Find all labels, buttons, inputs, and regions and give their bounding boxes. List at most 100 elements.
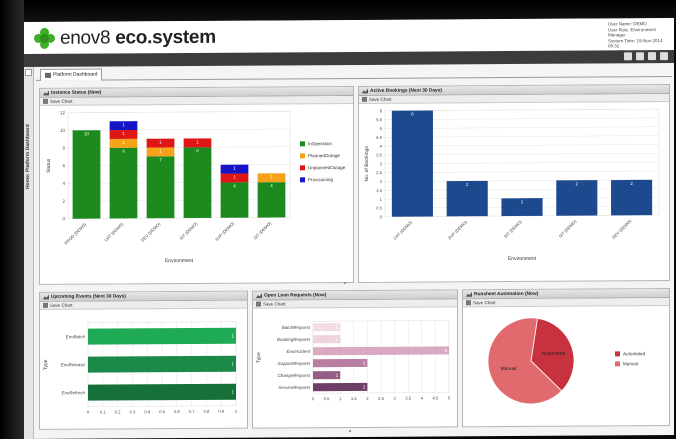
x-tick-label: 3.5: [405, 396, 411, 401]
x-tick-label: SVP (DEMO): [447, 219, 469, 241]
x-tick-label: 4: [421, 396, 424, 401]
tab-platform-dashboard[interactable]: Platform Dashboard: [40, 68, 103, 81]
legend-swatch: [615, 351, 620, 357]
y-tick-label: 4: [62, 181, 65, 186]
x-tick-label: 2: [366, 396, 369, 401]
side-panel-label[interactable]: Home: Platform Dashboard: [25, 79, 31, 189]
logo-text-c: eco.system: [110, 26, 216, 49]
instance-status-chart: 02468101210PROD (DEMO)8111UAT (DEMO)711D…: [46, 110, 346, 264]
save-chart-label: Save Chart: [50, 98, 73, 104]
x-tick-label: 0.6: [174, 409, 180, 414]
chart-icon: [43, 90, 49, 95]
legend-label: Manual: [623, 361, 638, 366]
y-axis-title: Type: [256, 352, 262, 363]
runsheet-automation-chart: Automated Manual Automated Manual: [487, 317, 646, 405]
save-chart-button[interactable]: Save Chart: [40, 300, 247, 310]
side-panel: Home: Platform Dashboard: [24, 66, 34, 439]
x-tick-label: UAT (DEMO): [392, 219, 413, 240]
legend-swatch: [615, 361, 620, 367]
x-tick-label: 2.5: [378, 396, 384, 401]
y-tick-label: 0: [62, 216, 65, 221]
x-tick-label: 0: [87, 410, 90, 415]
bar-segment: [183, 147, 212, 219]
x-tick-label: SIT (DEMO): [503, 219, 523, 239]
bar: [313, 358, 368, 368]
panel-instance-status: Instance Status (Now) Save Chart 0 2 4 6 8 10…: [39, 85, 354, 285]
x-tick-label: 1: [235, 409, 238, 414]
save-chart-label: Save Chart: [369, 96, 392, 102]
pie-slice-label: Automated: [542, 351, 566, 357]
upcoming-events-chart: 0 0.1 0.2 0.3 0.4 0.5 0.6 0.7 0.8 0.9 11EnvBatch1E…: [43, 321, 238, 415]
y-axis-title: No. of Bookings: [364, 146, 370, 182]
logo-text: enov8 eco.system: [60, 27, 216, 50]
x-tick-label: 0.7: [189, 409, 195, 414]
y-tick-label: 12: [60, 110, 66, 115]
y-tick-label: 1.5: [376, 188, 382, 193]
save-chart-button[interactable]: Save Chart: [463, 298, 669, 308]
expand-icon[interactable]: [25, 68, 32, 76]
save-icon: [362, 96, 367, 102]
y-tick-label: SupportRequest: [277, 361, 310, 366]
y-tick-label: 4.5: [376, 135, 382, 140]
legend-label: UnplannedOutage: [308, 165, 346, 170]
bar: [88, 327, 236, 345]
display-icon[interactable]: [624, 52, 632, 61]
y-tick-label: EnvBatch: [66, 334, 86, 339]
panel-lean-requests: Open Lean Requests (Now) Save Chart 0 0.5…: [252, 289, 458, 429]
y-tick-label: 1: [380, 197, 383, 202]
bar: [391, 110, 433, 217]
resize-handle[interactable]: [344, 282, 346, 285]
y-tick-label: EnvIncident: [286, 349, 310, 354]
y-tick-label: 3: [380, 161, 383, 166]
export-icon[interactable]: [660, 52, 668, 61]
x-axis-title: Environment: [508, 256, 537, 262]
dashboard-icon: [45, 72, 51, 78]
panel-title-text: Instance Status (Now): [51, 90, 102, 96]
shield-icon[interactable]: [636, 52, 644, 61]
bar: [313, 346, 449, 356]
screen-bezel-left: [0, 0, 24, 439]
legend-swatch: [300, 153, 305, 159]
y-tick-label: 10: [60, 128, 66, 133]
bar-segment: [72, 130, 101, 219]
y-tick-label: 4: [380, 144, 383, 149]
x-tick-label: 4.5: [432, 395, 438, 400]
save-icon: [466, 300, 471, 306]
legend-swatch: [300, 165, 305, 171]
app-window: enov8 eco.system User Name: DEMO User Ro…: [24, 18, 674, 439]
app-logo[interactable]: enov8 eco.system: [34, 27, 216, 50]
y-tick-label: 3.5: [376, 152, 382, 157]
lean-requests-chart: 0 0.5 1 1.5 2 2.5 3 3.5 4 4.5 51BatchRequest1Booki…: [256, 320, 451, 401]
x-axis-title: Environment: [165, 258, 194, 264]
x-tick-label: 0.5: [324, 396, 330, 401]
legend-label: Automated: [623, 351, 646, 356]
logo-flower-icon: [34, 27, 56, 50]
save-chart-label: Save Chart: [50, 302, 73, 308]
user-info-line: User Role: Environment Manager: [608, 26, 656, 38]
tab-label: Platform Dashboard: [53, 71, 98, 78]
bar: [88, 383, 236, 401]
legend-swatch: [300, 141, 305, 147]
toolbar: [24, 50, 674, 67]
save-chart-label: Save Chart: [263, 300, 286, 307]
active-bookings-chart: 00.511.522.533.544.555.566UAT (DEMO)2SVP…: [364, 108, 660, 262]
bar: [88, 355, 236, 373]
x-tick-label: 3: [393, 396, 396, 401]
y-tick-label: ServiceRequest: [278, 385, 311, 390]
y-tick-label: EnvRefresh: [61, 390, 85, 395]
panel-title-text: Runsheet Automation (Now): [474, 291, 539, 297]
panel-upcoming-events: Upcoming Events (Next 30 Days) Save Char…: [39, 290, 248, 430]
resize-handle[interactable]: [349, 430, 351, 433]
logo-text-a: enov: [60, 27, 101, 49]
y-tick-label: 2: [380, 179, 383, 184]
y-tick-label: 5: [380, 126, 383, 131]
legend-label: PlannedOutage: [308, 153, 340, 158]
user-info-line: System Time: 19-Nov-2014 08:32: [608, 37, 663, 49]
save-chart-button[interactable]: Save Chart: [253, 299, 457, 309]
tools-icon[interactable]: [648, 52, 656, 61]
save-icon: [43, 302, 48, 308]
x-tick-label: UAT (DEMO): [103, 221, 124, 242]
legend-label: Provisioning: [308, 177, 333, 182]
y-axis-title: Type: [43, 359, 49, 370]
tab-bar: Platform Dashboard: [36, 65, 672, 81]
